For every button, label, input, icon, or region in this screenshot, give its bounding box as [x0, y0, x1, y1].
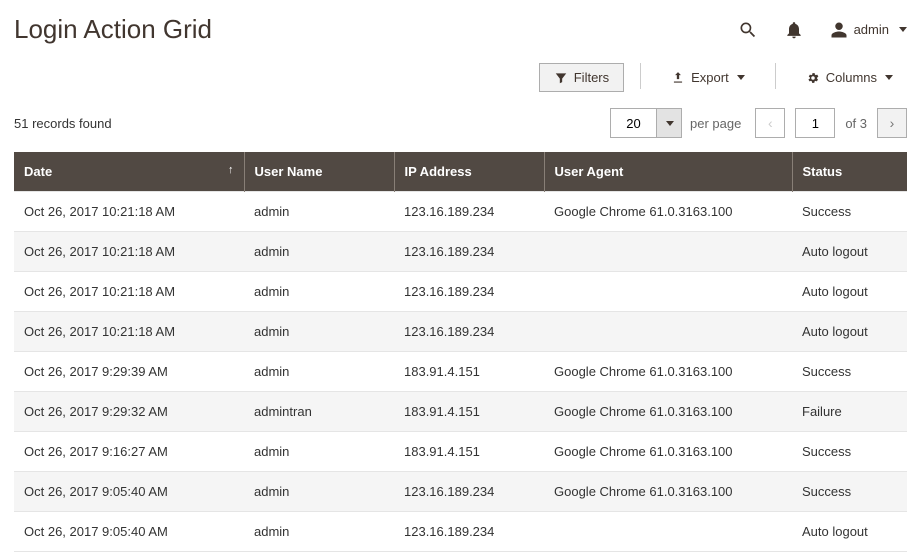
table-row[interactable]: Oct 26, 2017 10:21:18 AMadmin123.16.189.… — [14, 192, 907, 232]
user-menu[interactable]: admin — [830, 21, 907, 39]
column-header-ip[interactable]: IP Address — [394, 152, 544, 192]
cell-date: Oct 26, 2017 10:21:18 AM — [14, 272, 244, 312]
cell-ip: 123.16.189.234 — [394, 312, 544, 352]
cell-status: Auto logout — [792, 232, 907, 272]
cell-status: Success — [792, 432, 907, 472]
cell-ip: 123.16.189.234 — [394, 192, 544, 232]
filters-label: Filters — [574, 70, 609, 85]
table-row[interactable]: Oct 26, 2017 10:21:18 AMadmin123.16.189.… — [14, 232, 907, 272]
columns-button[interactable]: Columns — [792, 63, 907, 92]
sort-asc-icon: ↑ — [228, 164, 234, 176]
cell-user: admin — [244, 192, 394, 232]
cell-date: Oct 26, 2017 10:21:18 AM — [14, 192, 244, 232]
page-input[interactable] — [795, 108, 835, 138]
divider — [775, 63, 776, 89]
page-title: Login Action Grid — [14, 14, 212, 45]
cell-status: Failure — [792, 392, 907, 432]
cell-user: admintran — [244, 392, 394, 432]
chevron-down-icon — [899, 27, 907, 32]
cell-agent: Google Chrome 61.0.3163.100 — [544, 352, 792, 392]
cell-agent: Google Chrome 61.0.3163.100 — [544, 472, 792, 512]
login-grid-table: Date ↑ User Name IP Address User Agent S… — [14, 152, 907, 552]
table-row[interactable]: Oct 26, 2017 9:05:40 AMadmin123.16.189.2… — [14, 472, 907, 512]
page-of-label: of 3 — [845, 116, 867, 131]
table-row[interactable]: Oct 26, 2017 9:16:27 AMadmin183.91.4.151… — [14, 432, 907, 472]
cell-user: admin — [244, 312, 394, 352]
records-found: 51 records found — [14, 116, 112, 131]
cell-date: Oct 26, 2017 9:29:32 AM — [14, 392, 244, 432]
notifications-icon[interactable] — [784, 20, 804, 40]
per-page-label: per page — [690, 116, 741, 131]
cell-date: Oct 26, 2017 10:21:18 AM — [14, 232, 244, 272]
cell-ip: 183.91.4.151 — [394, 352, 544, 392]
cell-status: Success — [792, 472, 907, 512]
divider — [640, 63, 641, 89]
cell-ip: 123.16.189.234 — [394, 232, 544, 272]
search-icon[interactable] — [738, 20, 758, 40]
funnel-icon — [554, 71, 568, 85]
per-page-dropdown[interactable] — [656, 108, 682, 138]
user-icon — [830, 21, 848, 39]
cell-agent — [544, 312, 792, 352]
cell-ip: 123.16.189.234 — [394, 512, 544, 552]
chevron-down-icon — [885, 75, 893, 80]
cell-agent — [544, 512, 792, 552]
cell-user: admin — [244, 352, 394, 392]
cell-date: Oct 26, 2017 9:05:40 AM — [14, 512, 244, 552]
column-header-useragent[interactable]: User Agent — [544, 152, 792, 192]
chevron-down-icon — [737, 75, 745, 80]
cell-status: Auto logout — [792, 272, 907, 312]
cell-ip: 123.16.189.234 — [394, 472, 544, 512]
column-header-date[interactable]: Date ↑ — [14, 152, 244, 192]
cell-ip: 183.91.4.151 — [394, 392, 544, 432]
cell-status: Success — [792, 192, 907, 232]
cell-agent: Google Chrome 61.0.3163.100 — [544, 192, 792, 232]
cell-date: Oct 26, 2017 9:05:40 AM — [14, 472, 244, 512]
table-row[interactable]: Oct 26, 2017 9:29:39 AMadmin183.91.4.151… — [14, 352, 907, 392]
cell-date: Oct 26, 2017 10:21:18 AM — [14, 312, 244, 352]
cell-user: admin — [244, 432, 394, 472]
table-row[interactable]: Oct 26, 2017 10:21:18 AMadmin123.16.189.… — [14, 272, 907, 312]
cell-status: Success — [792, 352, 907, 392]
next-page-button[interactable]: › — [877, 108, 907, 138]
filters-button[interactable]: Filters — [539, 63, 624, 92]
cell-date: Oct 26, 2017 9:16:27 AM — [14, 432, 244, 472]
cell-ip: 183.91.4.151 — [394, 432, 544, 472]
table-row[interactable]: Oct 26, 2017 9:05:40 AMadmin123.16.189.2… — [14, 512, 907, 552]
chevron-down-icon — [666, 121, 674, 126]
column-header-status[interactable]: Status — [792, 152, 907, 192]
export-label: Export — [691, 70, 729, 85]
cell-status: Auto logout — [792, 312, 907, 352]
prev-page-button[interactable]: ‹ — [755, 108, 785, 138]
gear-icon — [806, 71, 820, 85]
export-icon — [671, 71, 685, 85]
column-header-username[interactable]: User Name — [244, 152, 394, 192]
cell-agent — [544, 232, 792, 272]
per-page-input[interactable] — [610, 108, 656, 138]
cell-agent: Google Chrome 61.0.3163.100 — [544, 432, 792, 472]
cell-agent: Google Chrome 61.0.3163.100 — [544, 392, 792, 432]
table-row[interactable]: Oct 26, 2017 10:21:18 AMadmin123.16.189.… — [14, 312, 907, 352]
table-row[interactable]: Oct 26, 2017 9:29:32 AMadmintran183.91.4… — [14, 392, 907, 432]
cell-agent — [544, 272, 792, 312]
export-button[interactable]: Export — [657, 63, 759, 92]
cell-user: admin — [244, 232, 394, 272]
cell-ip: 123.16.189.234 — [394, 272, 544, 312]
cell-date: Oct 26, 2017 9:29:39 AM — [14, 352, 244, 392]
cell-user: admin — [244, 512, 394, 552]
cell-status: Auto logout — [792, 512, 907, 552]
username-label: admin — [854, 22, 889, 37]
columns-label: Columns — [826, 70, 877, 85]
cell-user: admin — [244, 272, 394, 312]
cell-user: admin — [244, 472, 394, 512]
